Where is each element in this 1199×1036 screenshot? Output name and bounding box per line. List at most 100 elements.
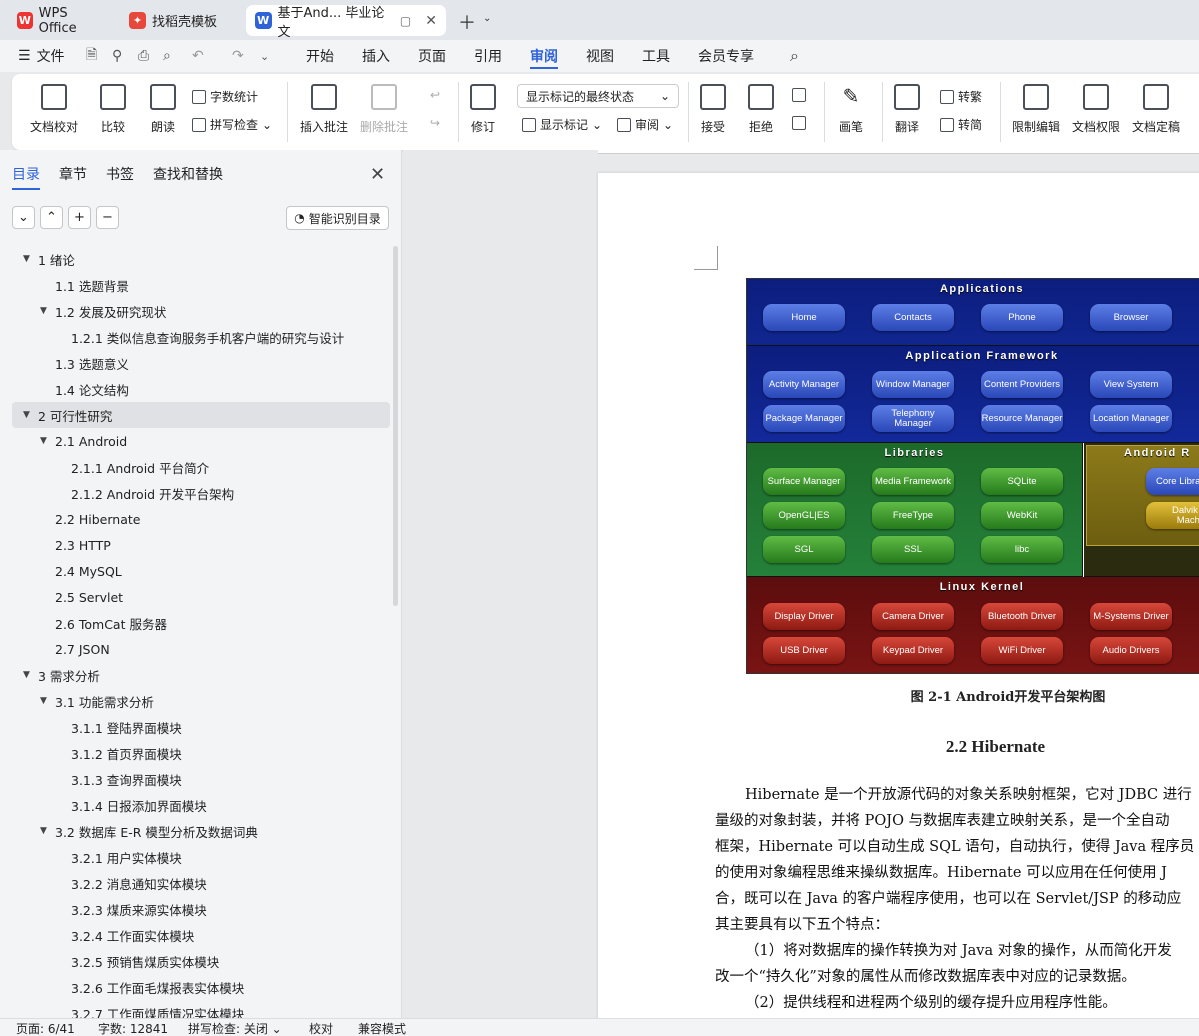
close-icon[interactable]: ✕ bbox=[425, 13, 437, 29]
toc-item[interactable]: 3.1.1 登陆界面模块 bbox=[12, 714, 390, 740]
redo-icon[interactable]: ↷ bbox=[232, 40, 244, 72]
review-pane-button[interactable]: 审阅 ⌄ bbox=[617, 116, 673, 133]
translate-button[interactable]: 翻译 bbox=[894, 84, 920, 135]
new-tab-icon[interactable]: ＋ bbox=[458, 9, 476, 35]
preview-icon[interactable]: ⌕ bbox=[163, 40, 171, 72]
toc-item[interactable]: 3.2.1 用户实体模块 bbox=[12, 844, 390, 870]
pen-button[interactable]: ✎ 画笔 bbox=[838, 84, 864, 135]
finalize-button[interactable]: 文档定稿 bbox=[1132, 84, 1180, 135]
expand-arrow-icon[interactable]: ▼ bbox=[40, 826, 47, 836]
expand-arrow-icon[interactable]: ▼ bbox=[40, 696, 47, 706]
tab-bookmarks[interactable]: 书签 bbox=[106, 164, 134, 190]
remove-level-button[interactable]: − bbox=[96, 206, 119, 229]
spell-check-button[interactable]: 拼写检查 ⌄ bbox=[192, 116, 272, 133]
delete-comment-button[interactable]: 删除批注 bbox=[360, 84, 408, 135]
read-aloud-button[interactable]: 朗读 bbox=[150, 84, 176, 135]
expand-down-button[interactable]: ⌄ bbox=[12, 206, 35, 229]
word-count[interactable]: 字数: 12841 bbox=[98, 1020, 168, 1036]
toc-item[interactable]: ▼ 1 绪论 bbox=[12, 246, 390, 272]
toc-item[interactable]: 3.2.6 工作面毛煤报表实体模块 bbox=[12, 974, 390, 1000]
doc-permission-button[interactable]: 文档权限 bbox=[1072, 84, 1120, 135]
toc-item[interactable]: 2.4 MySQL bbox=[12, 558, 390, 584]
tab-toc[interactable]: 目录 bbox=[12, 164, 40, 190]
page-indicator[interactable]: 页面: 6/41 bbox=[16, 1020, 75, 1036]
smart-toc-button[interactable]: ◔ 智能识别目录 bbox=[286, 206, 389, 230]
print-icon[interactable]: ⎙ bbox=[138, 40, 149, 72]
menu-start[interactable]: 开始 bbox=[306, 40, 334, 72]
toc-item[interactable]: ▼ 2 可行性研究 bbox=[12, 402, 390, 428]
toc-item[interactable]: 2.1.2 Android 开发平台架构 bbox=[12, 480, 390, 506]
collapse-up-button[interactable]: ⌃ bbox=[40, 206, 63, 229]
expand-arrow-icon[interactable]: ▼ bbox=[40, 306, 47, 316]
display-mode-select[interactable]: 显示标记的最终状态 ⌄ bbox=[517, 84, 679, 108]
menu-file[interactable]: ☰ 文件 bbox=[18, 40, 65, 72]
toc-item[interactable]: 1.2.1 类似信息查询服务手机客户端的研究与设计 bbox=[12, 324, 390, 350]
tab-sections[interactable]: 章节 bbox=[59, 164, 87, 190]
next-comment-icon[interactable]: ↪ bbox=[430, 116, 440, 130]
toc-item[interactable]: 3.2.2 消息通知实体模块 bbox=[12, 870, 390, 896]
show-markup-button[interactable]: 显示标记 ⌄ bbox=[522, 116, 602, 133]
toc-item[interactable]: 1.4 论文结构 bbox=[12, 376, 390, 402]
insert-comment-button[interactable]: 插入批注 bbox=[300, 84, 348, 135]
menu-view[interactable]: 视图 bbox=[586, 40, 614, 72]
to-simplified-button[interactable]: 转简 bbox=[940, 116, 982, 133]
share-icon[interactable]: ⚲ bbox=[112, 40, 122, 72]
expand-arrow-icon[interactable]: ▼ bbox=[40, 436, 47, 446]
next-change-icon[interactable] bbox=[792, 116, 806, 130]
panel-scrollbar[interactable] bbox=[393, 246, 398, 606]
compare-button[interactable]: 比较 bbox=[100, 84, 126, 135]
toc-item[interactable]: ▼ 3.2 数据库 E-R 模型分析及数据词典 bbox=[12, 818, 390, 844]
toc-item[interactable]: 3.1.3 查询界面模块 bbox=[12, 766, 390, 792]
to-traditional-button[interactable]: 转繁 bbox=[940, 88, 982, 105]
tab-wps-office[interactable]: W WPS Office bbox=[8, 5, 113, 36]
window-icon[interactable]: ▢ bbox=[400, 14, 411, 28]
spell-check-status[interactable]: 拼写检查: 关闭 ⌄ bbox=[188, 1020, 282, 1036]
accept-button[interactable]: 接受 bbox=[700, 84, 726, 135]
toc-item[interactable]: 3.1.2 首页界面模块 bbox=[12, 740, 390, 766]
toc-item[interactable]: ▼ 2.1 Android bbox=[12, 428, 390, 454]
toc-item[interactable]: 2.2 Hibernate bbox=[12, 506, 390, 532]
tab-document[interactable]: W 基于And... 毕业论文 ▢ ✕ bbox=[246, 5, 446, 40]
menu-insert[interactable]: 插入 bbox=[362, 40, 390, 72]
document-page[interactable]: Applications Home Contacts Phone Browser… bbox=[598, 173, 1199, 1018]
reject-button[interactable]: 拒绝 bbox=[748, 84, 774, 135]
proofread-status[interactable]: 校对 bbox=[309, 1020, 333, 1036]
toc-item[interactable]: 2.1.1 Android 平台简介 bbox=[12, 454, 390, 480]
toc-item[interactable]: 2.7 JSON bbox=[12, 636, 390, 662]
prev-change-icon[interactable] bbox=[792, 88, 806, 102]
doc-proof-button[interactable]: 文档校对 bbox=[30, 84, 78, 135]
restrict-edit-button[interactable]: 限制编辑 bbox=[1012, 84, 1060, 135]
word-count-button[interactable]: 字数统计 bbox=[192, 88, 258, 105]
chevron-down-icon[interactable]: ⌄ bbox=[483, 13, 491, 24]
menu-reference[interactable]: 引用 bbox=[474, 40, 502, 72]
search-icon[interactable]: ⌕ bbox=[790, 40, 799, 72]
expand-arrow-icon[interactable]: ▼ bbox=[23, 410, 30, 420]
tab-template[interactable]: ✦ 找稻壳模板 bbox=[120, 5, 240, 36]
chevron-down-icon[interactable]: ⌄ bbox=[260, 40, 269, 72]
expand-arrow-icon[interactable]: ▼ bbox=[23, 670, 30, 680]
close-icon[interactable]: ✕ bbox=[370, 164, 385, 185]
toc-item[interactable]: 2.3 HTTP bbox=[12, 532, 390, 558]
toc-item[interactable]: ▼ 1.2 发展及研究现状 bbox=[12, 298, 390, 324]
toc-item[interactable]: 3.2.4 工作面实体模块 bbox=[12, 922, 390, 948]
menu-tools[interactable]: 工具 bbox=[642, 40, 670, 72]
prev-comment-icon[interactable]: ↩ bbox=[430, 88, 440, 102]
toc-item[interactable]: 3.1.4 日报添加界面模块 bbox=[12, 792, 390, 818]
tab-find-replace[interactable]: 查找和替换 bbox=[153, 164, 223, 190]
expand-arrow-icon[interactable]: ▼ bbox=[23, 254, 30, 264]
toc-item[interactable]: 1.3 选题意义 bbox=[12, 350, 390, 376]
menu-page[interactable]: 页面 bbox=[418, 40, 446, 72]
save-icon[interactable]: 🗎 bbox=[86, 40, 97, 72]
menu-review[interactable]: 审阅 bbox=[530, 40, 558, 72]
toc-item[interactable]: 2.6 TomCat 服务器 bbox=[12, 610, 390, 636]
toc-item[interactable]: 2.5 Servlet bbox=[12, 584, 390, 610]
toc-item[interactable]: 1.1 选题背景 bbox=[12, 272, 390, 298]
toc-item[interactable]: 3.2.3 煤质来源实体模块 bbox=[12, 896, 390, 922]
toc-item[interactable]: ▼ 3.1 功能需求分析 bbox=[12, 688, 390, 714]
toc-item[interactable]: ▼ 3 需求分析 bbox=[12, 662, 390, 688]
toc-item[interactable]: 3.2.5 预销售煤质实体模块 bbox=[12, 948, 390, 974]
add-level-button[interactable]: + bbox=[68, 206, 91, 229]
menu-vip[interactable]: 会员专享 bbox=[698, 40, 754, 72]
undo-icon[interactable]: ↶ bbox=[192, 40, 204, 72]
track-changes-button[interactable]: 修订 bbox=[470, 84, 496, 135]
